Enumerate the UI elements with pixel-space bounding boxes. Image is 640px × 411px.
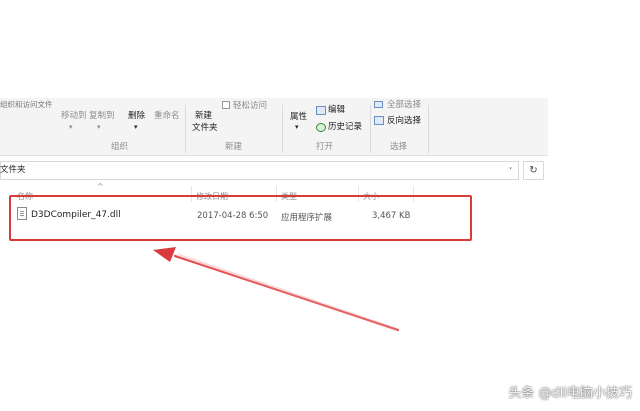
annotation-arrow xyxy=(153,247,399,332)
watermark-text: 头条 @dll电脑小技巧 xyxy=(508,386,632,401)
